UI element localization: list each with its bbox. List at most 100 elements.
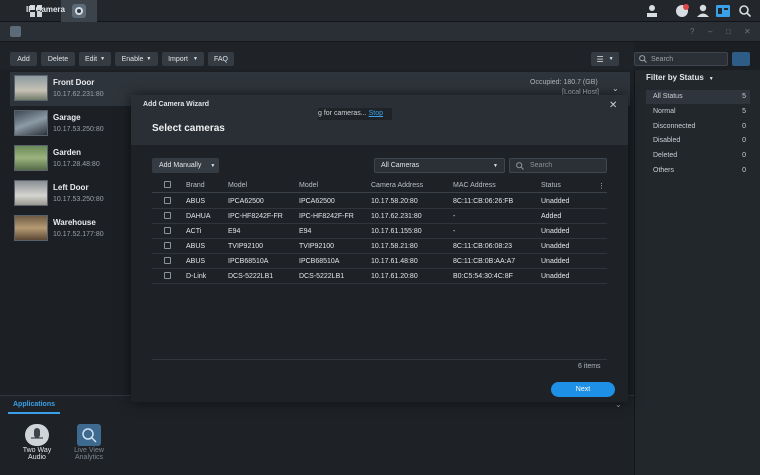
app-label-line: Audio [28,454,46,461]
widgets-icon[interactable] [715,3,731,19]
cell-address: 10.17.61.155:80 [371,228,422,235]
column-brand[interactable]: Brand [186,182,205,189]
row-checkbox[interactable] [164,272,171,279]
column-model-2[interactable]: Model [299,182,318,189]
filter-label: Disabled [653,137,681,144]
cell-brand: DAHUA [186,213,211,220]
app-label-line: Analytics [74,454,103,461]
camera-table-header: Brand Model Model Camera Address MAC Add… [152,178,607,193]
cell-model: DCS-5222LB1 [228,273,274,280]
camera-ip: 10.17.28.48:80 [53,161,100,168]
cell-model-2: TVIP92100 [299,243,335,250]
wizard-close-icon[interactable]: ✕ [609,100,617,111]
filter-deleted[interactable]: Deleted 0 [646,149,750,163]
cell-address: 10.17.62.231:80 [371,213,422,220]
edit-button[interactable]: Edit ▼ [79,52,111,66]
filter-disconnected[interactable]: Disconnected 0 [646,120,750,134]
app-label-line: Live View [74,447,104,454]
cell-status: Unadded [541,198,570,205]
table-row[interactable]: ABUS TVIP92100 TVIP92100 10.17.58.21:80 … [152,239,607,254]
cell-mac: 8C:11:CB:06:08:23 [453,243,513,250]
view-mode-button[interactable]: ☰ ▼ [591,52,619,66]
camera-name: Front Door [53,78,95,87]
close-icon[interactable]: ✕ [744,27,751,36]
table-row[interactable]: DAHUA IPC-HF8242F-FR IPC-HF8242F-FR 10.1… [152,209,607,224]
table-row[interactable]: ABUS IPCA62500 IPCA62500 10.17.58.20:80 … [152,194,607,209]
search-icon [516,161,524,170]
filter-label: Normal [653,108,676,115]
window-titlebar [0,22,760,42]
minimize-icon[interactable]: – [708,27,712,36]
column-mac-address[interactable]: MAC Address [453,182,496,189]
add-button[interactable]: Add [10,52,37,66]
cell-model-2: IPCB68510A [299,258,340,265]
storage-occupied: Occupied: 180.7 (GB) [530,79,598,86]
row-checkbox[interactable] [164,197,171,204]
stop-scan-link[interactable]: Stop [369,110,383,117]
table-row[interactable]: ACTi E94 E94 10.17.61.155:80 - Unadded [152,224,607,239]
wizard-title: Add Camera Wizard [143,101,210,108]
row-checkbox[interactable] [164,227,171,234]
filter-count: 5 [742,108,746,115]
row-checkbox[interactable] [164,212,171,219]
filter-title[interactable]: Filter by Status ▼ [646,73,714,82]
next-button[interactable]: Next [551,382,615,397]
user-tray-icon[interactable] [644,3,660,19]
delete-button[interactable]: Delete [41,52,75,66]
wizard-search-input[interactable]: Search [509,158,607,173]
import-button[interactable]: Import ▼ [162,52,204,66]
app-label-line: Two Way [22,447,52,454]
row-checkbox[interactable] [164,242,171,249]
analytics-icon[interactable] [77,424,101,446]
cell-address: 10.17.61.48:80 [371,258,418,265]
camera-name: Warehouse [53,218,96,227]
filter-all-status[interactable]: All Status 5 [646,90,750,104]
camera-filter-select[interactable]: All Cameras ▼ [374,158,505,173]
column-model[interactable]: Model [228,182,247,189]
panel-toggle-button[interactable] [732,52,750,66]
search-icon[interactable] [737,3,753,19]
maximize-icon[interactable]: □ [726,27,731,36]
add-manually-button[interactable]: Add Manually ▼ [152,158,219,173]
camera-thumbnail [14,145,48,171]
camera-app-icon [10,26,21,37]
filter-count: 5 [742,93,746,100]
cell-mac: B0:C5:54:30:4C:8F [453,273,513,280]
enable-button[interactable]: Enable ▼ [115,52,158,66]
cell-model: IPCA62500 [228,198,264,205]
cell-status: Unadded [541,258,570,265]
chevron-down-icon: ▼ [493,162,498,169]
search-placeholder: Search [530,162,553,169]
filter-others[interactable]: Others 0 [646,164,750,178]
filter-disabled[interactable]: Disabled 0 [646,134,750,148]
cell-address: 10.17.61.20:80 [371,273,418,280]
filter-normal[interactable]: Normal 5 [646,105,750,119]
table-row[interactable]: ABUS IPCB68510A IPCB68510A 10.17.61.48:8… [152,254,607,269]
column-options-icon[interactable]: ⋮ [598,182,605,190]
table-row[interactable]: D-Link DCS-5222LB1 DCS-5222LB1 10.17.61.… [152,269,607,284]
notification-icon[interactable] [674,3,690,19]
help-icon[interactable]: ? [690,27,694,36]
filter-title-label: Filter by Status [646,73,704,82]
tab-applications[interactable]: Applications [13,401,55,408]
filter-label: Others [653,167,675,174]
cell-address: 10.17.58.21:80 [371,243,418,250]
column-status[interactable]: Status [541,182,561,189]
camera-ip: 10.17.53.250:80 [53,196,104,203]
account-icon[interactable] [695,3,711,19]
ip-camera-taskbar-button[interactable] [61,0,97,22]
expand-chevron-icon[interactable]: ⌄ [612,84,619,93]
microphone-icon[interactable] [25,424,49,446]
select-all-checkbox[interactable] [164,181,171,188]
cell-model: E94 [228,228,241,235]
row-checkbox[interactable] [164,257,171,264]
cell-brand: ABUS [186,243,206,250]
scanning-status: g for cameras... Stop [318,108,392,120]
filter-label: Deleted [653,152,678,159]
camera-search-input[interactable]: Search [634,52,728,66]
cell-brand: ABUS [186,198,206,205]
column-camera-address[interactable]: Camera Address [371,182,423,189]
chevron-down-icon: ▼ [210,162,216,169]
camera-name: Garage [53,113,81,122]
faq-button[interactable]: FAQ [208,52,234,66]
